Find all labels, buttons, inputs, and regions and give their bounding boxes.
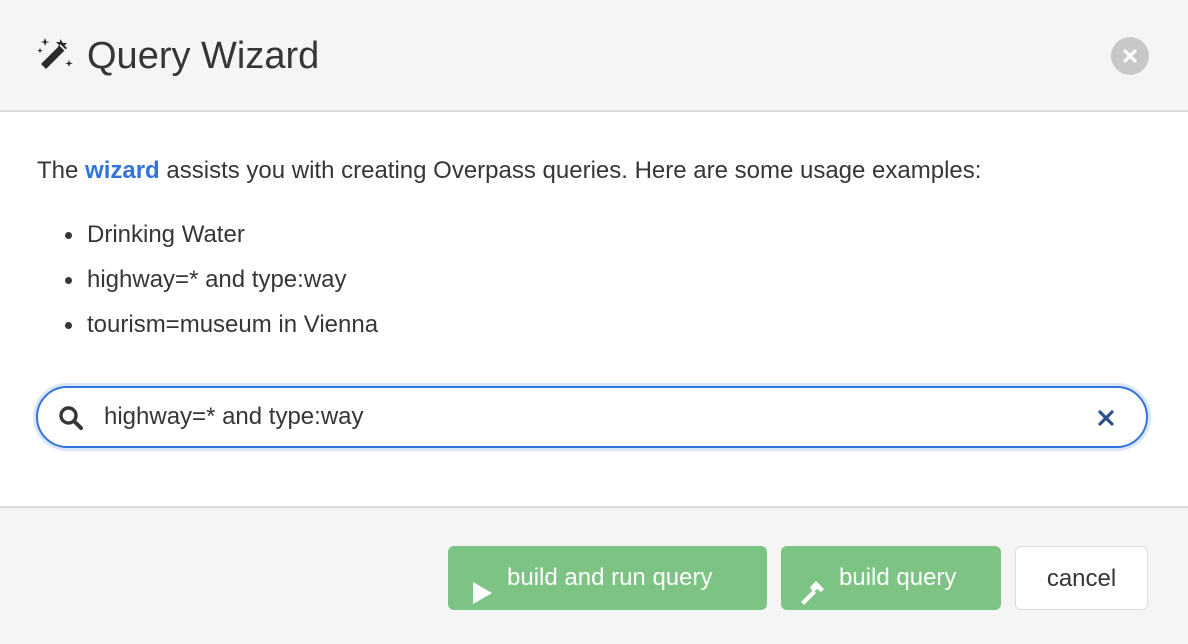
wizard-link[interactable]: wizard — [85, 157, 160, 184]
search-field[interactable] — [36, 386, 1148, 448]
magic-wand-icon — [36, 34, 76, 74]
cancel-button[interactable]: cancel — [1015, 546, 1148, 610]
build-and-run-query-button[interactable]: build and run query — [448, 546, 767, 610]
build-query-button[interactable]: build query — [781, 546, 1001, 610]
build-and-run-query-label: build and run query — [507, 564, 713, 591]
intro-text: The wizard assists you with creating Ove… — [37, 156, 981, 186]
list-item: tourism=museum in Vienna — [60, 310, 378, 340]
search-icon — [58, 405, 84, 431]
close-icon[interactable] — [1111, 37, 1149, 75]
dialog-body: The wizard assists you with creating Ove… — [0, 112, 1188, 506]
intro-text-start: The — [37, 157, 86, 184]
intro-text-end: assists you with creating Overpass queri… — [159, 157, 982, 184]
dialog-title: Query Wizard — [87, 35, 320, 77]
examples-list: Drinking Water highway=* and type:way to… — [60, 220, 378, 355]
dialog-header: Query Wizard — [0, 0, 1188, 112]
clear-icon[interactable] — [1096, 408, 1116, 428]
play-icon — [470, 567, 494, 604]
dialog-footer: build and run query build query cancel — [0, 506, 1188, 644]
search-input[interactable] — [104, 398, 1064, 436]
list-item: highway=* and type:way — [60, 265, 378, 295]
list-item: Drinking Water — [60, 220, 378, 250]
hammer-icon — [800, 567, 824, 605]
query-wizard-dialog: Query Wizard The wizard assists you with… — [0, 0, 1188, 644]
build-query-label: build query — [839, 564, 957, 591]
